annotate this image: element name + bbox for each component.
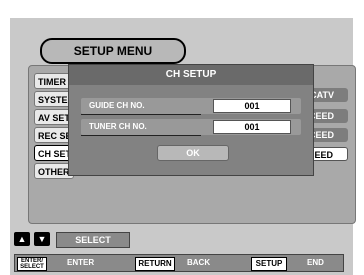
return-key[interactable]: RETURN: [135, 257, 175, 271]
up-arrow-icon[interactable]: ▲: [14, 232, 30, 246]
guide-ch-label: GUIDE CH NO.: [89, 101, 145, 110]
down-arrow-icon[interactable]: ▼: [34, 232, 50, 246]
setup-key[interactable]: SETUP: [251, 257, 287, 271]
tuner-ch-underline: [81, 135, 201, 136]
menu-title: SETUP MENU: [40, 38, 186, 64]
footer-key-bar: ENTER/ SELECT ENTER RETURN BACK SETUP EN…: [14, 254, 344, 272]
select-hint: SELECT: [56, 232, 130, 248]
tuner-ch-row: TUNER CH NO. 001: [81, 119, 301, 135]
guide-ch-underline: [81, 114, 201, 115]
ok-button[interactable]: OK: [157, 145, 229, 161]
tv-screen: SETUP MENU TIMER SYSTEM AV SET REC SET C…: [10, 18, 356, 275]
footer: ▲ ▼ SELECT ENTER/ SELECT ENTER RETURN BA…: [14, 232, 344, 272]
enter-label: ENTER: [67, 258, 95, 267]
tuner-ch-label: TUNER CH NO.: [89, 122, 147, 131]
guide-ch-value[interactable]: 001: [213, 99, 291, 113]
end-label: END: [307, 258, 324, 267]
ch-setup-dialog: CH SETUP GUIDE CH NO. 001 TUNER CH NO. 0…: [68, 64, 314, 176]
guide-ch-row: GUIDE CH NO. 001: [81, 98, 301, 114]
dialog-title: CH SETUP: [69, 65, 313, 85]
enter-select-key[interactable]: ENTER/ SELECT: [17, 257, 47, 271]
tuner-ch-value[interactable]: 001: [213, 120, 291, 134]
back-label: BACK: [187, 258, 211, 267]
